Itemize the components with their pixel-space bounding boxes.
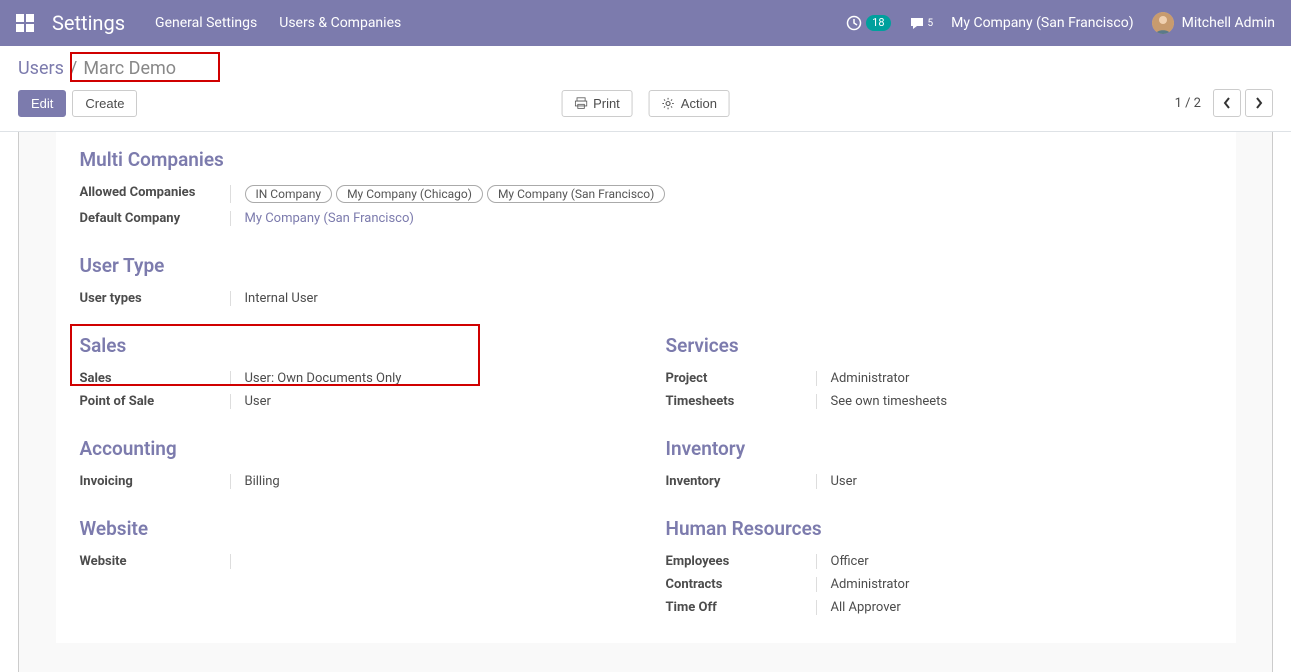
label-allowed-companies: Allowed Companies — [80, 185, 230, 203]
field-pos: User — [245, 394, 271, 409]
pager-next[interactable] — [1245, 89, 1273, 117]
apps-icon[interactable] — [16, 14, 34, 32]
avatar — [1152, 12, 1174, 34]
pager-prev[interactable] — [1213, 89, 1241, 117]
activity-icon[interactable]: 18 — [846, 15, 890, 31]
section-website: Website — [80, 517, 626, 540]
chevron-right-icon — [1255, 97, 1263, 109]
top-navbar: Settings General Settings Users & Compan… — [0, 0, 1291, 46]
label-project: Project — [666, 371, 816, 386]
label-employees: Employees — [666, 554, 816, 569]
print-button[interactable]: Print — [561, 90, 633, 117]
username: Mitchell Admin — [1182, 15, 1275, 31]
field-project: Administrator — [831, 371, 910, 386]
gear-icon — [662, 97, 675, 110]
messages-icon[interactable]: 5 — [909, 15, 934, 31]
field-employees: Officer — [831, 554, 869, 569]
chevron-left-icon — [1223, 97, 1231, 109]
field-user-types: Internal User — [245, 291, 318, 306]
form-sheet: Multi Companies Allowed Companies IN Com… — [56, 132, 1236, 643]
label-website: Website — [80, 554, 230, 569]
label-pos: Point of Sale — [80, 394, 230, 409]
field-timeoff: All Approver — [831, 600, 901, 615]
nav-users-companies[interactable]: Users & Companies — [279, 15, 401, 31]
section-inventory: Inventory — [666, 437, 1212, 460]
field-contracts: Administrator — [831, 577, 910, 592]
field-sales: User: Own Documents Only — [245, 371, 402, 386]
field-timesheets: See own timesheets — [831, 394, 948, 409]
label-invoicing: Invoicing — [80, 474, 230, 489]
label-timeoff: Time Off — [666, 600, 816, 615]
label-inventory: Inventory — [666, 474, 816, 489]
nav-general-settings[interactable]: General Settings — [155, 15, 257, 31]
tag-company[interactable]: IN Company — [245, 185, 333, 203]
pager: 1 / 2 — [1175, 96, 1201, 111]
field-default-company[interactable]: My Company (San Francisco) — [245, 211, 414, 226]
field-allowed-companies: IN Company My Company (Chicago) My Compa… — [245, 185, 666, 203]
activity-count: 18 — [866, 15, 890, 31]
highlight-box — [70, 52, 220, 82]
label-default-company: Default Company — [80, 211, 230, 226]
action-button[interactable]: Action — [649, 90, 730, 117]
label-timesheets: Timesheets — [666, 394, 816, 409]
field-inventory: User — [831, 474, 857, 489]
section-multi-companies: Multi Companies — [80, 148, 1212, 171]
section-services: Services — [666, 334, 1212, 357]
tag-company[interactable]: My Company (Chicago) — [336, 185, 483, 203]
breadcrumb-users[interactable]: Users — [18, 58, 64, 79]
app-title: Settings — [52, 11, 125, 35]
section-hr: Human Resources — [666, 517, 1212, 540]
section-user-type: User Type — [80, 254, 1212, 277]
print-icon — [574, 97, 587, 110]
tag-company[interactable]: My Company (San Francisco) — [487, 185, 665, 203]
field-invoicing: Billing — [245, 474, 280, 489]
edit-button[interactable]: Edit — [18, 90, 66, 117]
label-user-types: User types — [80, 291, 230, 306]
label-contracts: Contracts — [666, 577, 816, 592]
create-button[interactable]: Create — [72, 90, 137, 117]
message-count: 5 — [928, 18, 934, 29]
section-sales: Sales — [80, 334, 626, 357]
company-selector[interactable]: My Company (San Francisco) — [951, 15, 1133, 31]
label-sales: Sales — [80, 371, 230, 386]
control-bar: Edit Create Print Action 1 / 2 — [0, 79, 1291, 132]
section-accounting: Accounting — [80, 437, 626, 460]
user-menu[interactable]: Mitchell Admin — [1152, 12, 1275, 34]
